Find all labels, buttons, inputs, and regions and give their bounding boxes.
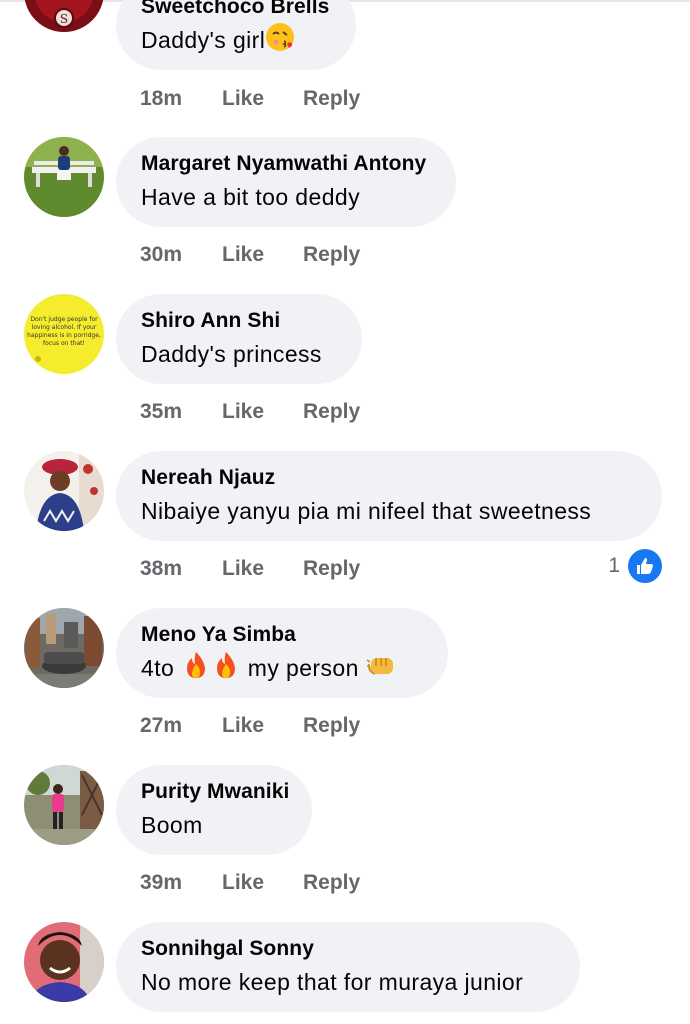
comment-time[interactable]: 30m — [140, 240, 182, 270]
like-button[interactable]: Like — [222, 711, 264, 741]
avatar[interactable]: Don't judge people for loving alcohol. I… — [24, 294, 104, 374]
comment-bubble[interactable]: Sweetchoco Brells Daddy's girl — [116, 0, 356, 70]
comment-author[interactable]: Sonnihgal Sonny — [141, 934, 555, 964]
svg-text:S: S — [60, 12, 68, 26]
reply-button[interactable]: Reply — [303, 554, 360, 584]
oncoming-fist-icon — [366, 650, 396, 690]
comment-text: Boom — [141, 812, 203, 838]
avatar[interactable]: S — [24, 0, 104, 32]
comment-text: Daddy's princess — [141, 341, 322, 367]
svg-text:focus on that!: focus on that! — [43, 340, 85, 347]
comment-bubble[interactable]: Nereah Njauz Nibaiye yanyu pia mi nifeel… — [116, 451, 662, 541]
comment-text: Daddy's girl — [141, 22, 331, 62]
reply-button[interactable]: Reply — [303, 84, 360, 114]
like-button[interactable]: Like — [222, 397, 264, 427]
comment-time[interactable]: 35m — [140, 397, 182, 427]
reply-button[interactable]: Reply — [303, 240, 360, 270]
reaction-summary[interactable]: 1 — [608, 549, 662, 583]
svg-text:loving alcohol. If your: loving alcohol. If your — [32, 324, 97, 331]
comment-author[interactable]: Margaret Nyamwathi Antony — [141, 149, 431, 179]
comment-author[interactable]: Meno Ya Simba — [141, 620, 423, 650]
comment-time[interactable]: 39m — [140, 868, 182, 898]
comment-text-content: my person — [247, 655, 359, 682]
reaction-count: 1 — [608, 554, 620, 577]
comment-bubble[interactable]: Meno Ya Simba 4to my person — [116, 608, 448, 698]
comment-author[interactable]: Shiro Ann Shi — [141, 306, 337, 336]
avatar-quote-text: Don't judge people for — [30, 316, 98, 323]
fire-icon — [211, 650, 241, 690]
comment-bubble[interactable]: Shiro Ann Shi Daddy's princess — [116, 294, 362, 384]
fire-icon — [181, 650, 211, 690]
avatar[interactable] — [24, 608, 104, 688]
avatar[interactable] — [24, 137, 104, 217]
comment-bubble[interactable]: Margaret Nyamwathi Antony Have a bit too… — [116, 137, 456, 227]
comment-bubble[interactable]: Purity Mwaniki Boom — [116, 765, 312, 855]
comment-bubble[interactable]: Sonnihgal Sonny No more keep that for mu… — [116, 922, 580, 1012]
like-button[interactable]: Like — [222, 84, 264, 114]
avatar[interactable] — [24, 765, 104, 845]
comment-time[interactable]: 38m — [140, 554, 182, 584]
comment-author[interactable]: Nereah Njauz — [141, 463, 637, 493]
comment-text: Nibaiye yanyu pia mi nifeel that sweetne… — [141, 498, 592, 524]
like-thumb-icon — [628, 549, 662, 583]
like-button[interactable]: Like — [222, 240, 264, 270]
svg-text:happiness is in porridge,: happiness is in porridge, — [27, 332, 101, 339]
like-button[interactable]: Like — [222, 868, 264, 898]
avatar[interactable] — [24, 922, 104, 1002]
reply-button[interactable]: Reply — [303, 868, 360, 898]
like-button[interactable]: Like — [222, 554, 264, 584]
avatar[interactable] — [24, 451, 104, 531]
comment-text: No more keep that for muraya junior — [141, 969, 524, 995]
reply-button[interactable]: Reply — [303, 397, 360, 427]
comment-time[interactable]: 27m — [140, 711, 182, 741]
comment-text-content: 4to — [141, 655, 175, 682]
comment-time[interactable]: 18m — [140, 84, 182, 114]
comment-text: 4to my person — [141, 650, 423, 690]
comment-author[interactable]: Sweetchoco Brells — [141, 0, 331, 22]
comment-text: Have a bit too deddy — [141, 184, 360, 210]
face-blowing-kiss-icon — [265, 22, 295, 62]
comment-author[interactable]: Purity Mwaniki — [141, 777, 289, 807]
reply-button[interactable]: Reply — [303, 711, 360, 741]
comment-text-content: Daddy's girl — [141, 27, 266, 54]
